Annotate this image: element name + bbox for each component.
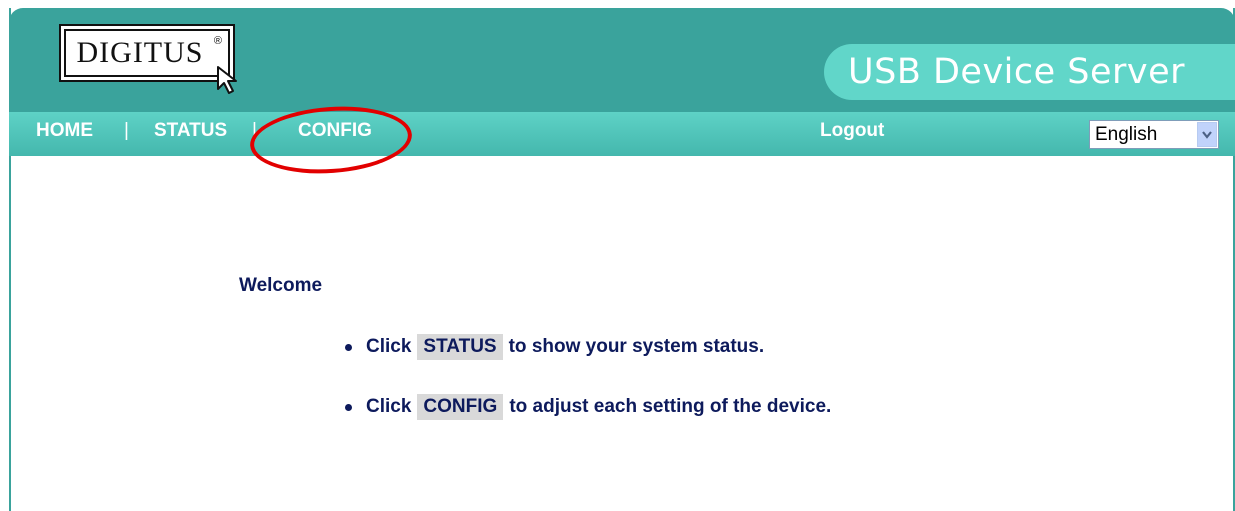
- bullet-icon: [345, 343, 352, 351]
- welcome-heading: Welcome: [239, 275, 323, 296]
- instruction-suffix: to show your system status.: [508, 336, 765, 357]
- chevron-down-icon[interactable]: [1197, 122, 1217, 147]
- cursor-arrow-icon: [217, 66, 237, 94]
- nav-status-link[interactable]: STATUS: [154, 120, 227, 142]
- product-title: USB Device Server: [848, 52, 1186, 92]
- nav-home-link[interactable]: HOME: [36, 120, 93, 142]
- config-keyword: CONFIG: [417, 394, 504, 420]
- instruction-suffix: to adjust each setting of the device.: [509, 396, 832, 417]
- logo-brand-text: DIGITUS: [76, 36, 204, 69]
- logo-registered-mark: ®: [213, 35, 222, 47]
- digitus-logo: DIGITUS ®: [59, 24, 237, 94]
- status-keyword: STATUS: [417, 334, 503, 360]
- nav-separator: |: [124, 120, 129, 141]
- list-item: Click CONFIG to adjust each setting of t…: [345, 394, 831, 420]
- logout-link[interactable]: Logout: [820, 120, 884, 142]
- language-select[interactable]: English: [1089, 120, 1219, 149]
- instruction-prefix: Click: [366, 336, 412, 357]
- instruction-prefix: Click: [366, 396, 412, 417]
- product-title-banner: USB Device Server: [824, 44, 1235, 100]
- language-selected-value: English: [1095, 123, 1158, 145]
- list-item: Click STATUS to show your system status.: [345, 334, 764, 360]
- bullet-icon: [345, 403, 352, 411]
